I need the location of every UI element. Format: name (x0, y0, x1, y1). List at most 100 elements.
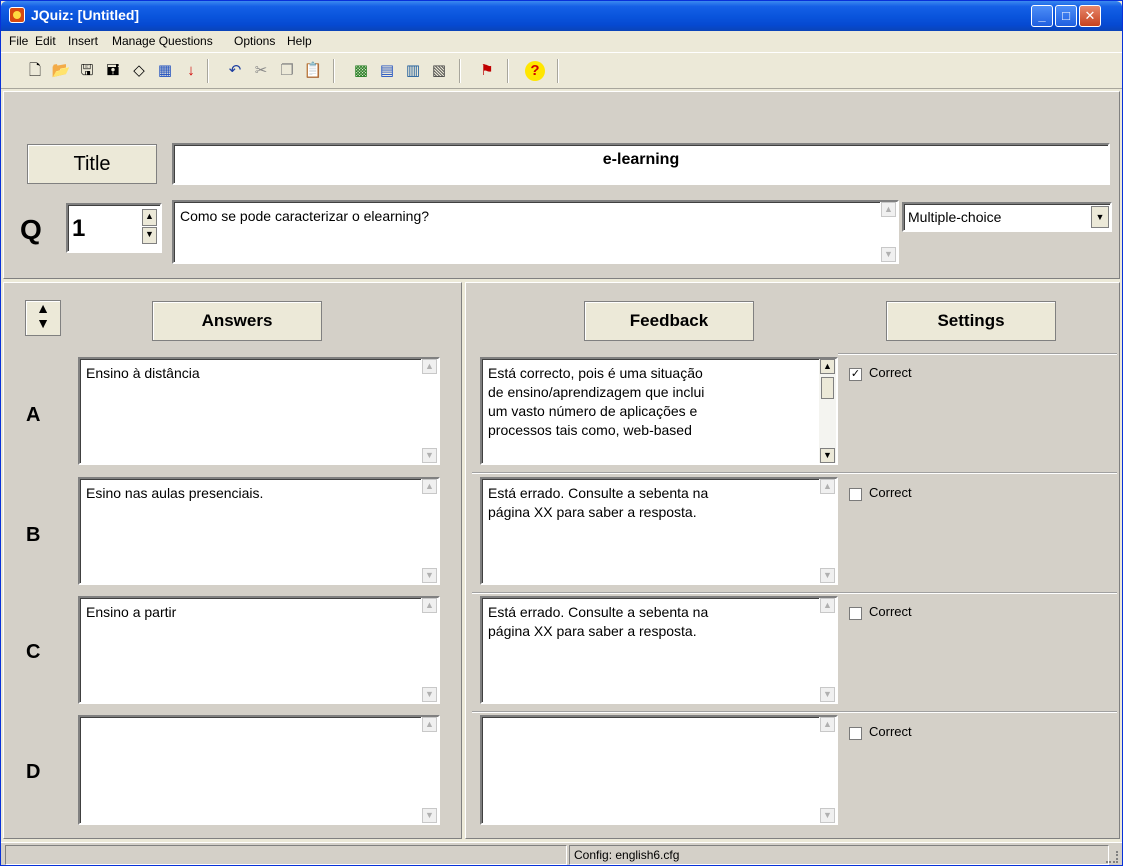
answer-c-field[interactable]: Ensino a partir ▲ ▼ (78, 596, 440, 704)
answer-a-field[interactable]: Ensino à distância ▲ ▼ (78, 357, 440, 465)
status-cell-empty (5, 845, 567, 865)
close-button[interactable]: ✕ (1079, 5, 1101, 27)
status-bar: Config: english6.cfg (1, 842, 1122, 865)
printer-export-icon[interactable]: ▧ (429, 61, 449, 81)
paste-icon[interactable]: 📋 (303, 61, 323, 81)
title-value: e-learning (602, 151, 680, 168)
toolbar-separator (459, 59, 461, 83)
web-page-icon[interactable]: ▦ (155, 61, 175, 81)
down-arrow-icon[interactable]: ↓ (181, 61, 201, 81)
feedback-d-scrollbar[interactable]: ▲ ▼ (819, 717, 836, 823)
scroll-down-button[interactable]: ▼ (820, 687, 835, 702)
feedback-a-field[interactable]: Está correcto, pois é uma situação de en… (480, 357, 838, 465)
scroll-up-button[interactable]: ▲ (820, 598, 835, 613)
question-scrollbar[interactable]: ▲ ▼ (880, 202, 897, 262)
scroll-up-button[interactable]: ▲ (422, 479, 437, 494)
scroll-down-button[interactable]: ▼ (820, 568, 835, 583)
undo-icon[interactable]: ↶ (225, 61, 245, 81)
feedback-a-scrollbar[interactable]: ▲ ▼ (819, 359, 836, 463)
reorder-arrows-button[interactable]: ▲ ▼ (25, 300, 61, 336)
feedback-b-field[interactable]: Está errado. Consulte a sebenta na págin… (480, 477, 838, 585)
scroll-thumb[interactable] (821, 377, 834, 399)
menu-insert[interactable]: Insert (68, 34, 98, 48)
feedback-b-scrollbar[interactable]: ▲ ▼ (819, 479, 836, 583)
row-divider (838, 353, 1117, 355)
correct-checkbox-d[interactable] (849, 727, 862, 740)
scroll-down-button[interactable]: ▼ (881, 247, 896, 262)
save-icon[interactable]: 🖫 (77, 61, 97, 81)
question-type-select[interactable]: Multiple-choice ▼ (902, 202, 1112, 232)
toolbar-separator (557, 59, 559, 83)
feedback-a-text: Está correcto, pois é uma situação de en… (488, 365, 705, 438)
answer-b-field[interactable]: Esino nas aulas presenciais. ▲ ▼ (78, 477, 440, 585)
answer-a-scrollbar[interactable]: ▲ ▼ (421, 359, 438, 463)
correct-checkbox-a[interactable]: ✓ (849, 368, 862, 381)
scroll-up-button[interactable]: ▲ (820, 717, 835, 732)
resize-grip-icon[interactable] (1106, 851, 1118, 863)
feedback-header-button[interactable]: Feedback (584, 301, 754, 341)
scroll-up-button[interactable]: ▲ (422, 359, 437, 374)
answer-c-scrollbar[interactable]: ▲ ▼ (421, 598, 438, 702)
menu-manage-questions[interactable]: Manage Questions (112, 34, 213, 48)
new-file-icon[interactable]: 🗋 (25, 61, 45, 81)
scroll-up-button[interactable]: ▲ (881, 202, 896, 217)
scroll-up-button[interactable]: ▲ (422, 717, 437, 732)
answer-b-scrollbar[interactable]: ▲ ▼ (421, 479, 438, 583)
scroll-down-button[interactable]: ▼ (422, 568, 437, 583)
feedback-c-scrollbar[interactable]: ▲ ▼ (819, 598, 836, 702)
correct-checkbox-c[interactable] (849, 607, 862, 620)
menu-options[interactable]: Options (234, 34, 275, 48)
web-export-icon[interactable]: ▩ (351, 61, 371, 81)
answer-d-field[interactable]: ▲ ▼ (78, 715, 440, 825)
menu-edit[interactable]: Edit (35, 34, 56, 48)
flag-icon[interactable]: ⚑ (477, 61, 497, 81)
eraser-icon[interactable]: ◇ (129, 61, 149, 81)
dropdown-arrow-icon[interactable]: ▼ (1091, 206, 1109, 228)
scroll-down-button[interactable]: ▼ (820, 808, 835, 823)
answer-d-scrollbar[interactable]: ▲ ▼ (421, 717, 438, 823)
spinner-down-button[interactable]: ▼ (142, 227, 157, 244)
scroll-down-button[interactable]: ▼ (422, 808, 437, 823)
minimize-button[interactable]: _ (1031, 5, 1053, 27)
question-type-value: Multiple-choice (908, 209, 1002, 225)
correct-checkbox-b[interactable] (849, 488, 862, 501)
question-number-spinner[interactable]: 1 ▲ ▼ (66, 203, 162, 253)
scroll-up-button[interactable]: ▲ (820, 479, 835, 494)
settings-header-button[interactable]: Settings (886, 301, 1056, 341)
help-icon[interactable]: ? (525, 61, 545, 81)
feedback-d-field[interactable]: ▲ ▼ (480, 715, 838, 825)
title-button[interactable]: Title (27, 144, 157, 184)
scroll-up-button[interactable]: ▲ (422, 598, 437, 613)
answer-c-text: Ensino a partir (86, 604, 177, 620)
correct-label-c: Correct (869, 604, 912, 619)
question-text-field[interactable]: Como se pode caracterizar o elearning? ▲… (172, 200, 899, 264)
row-divider (472, 592, 1117, 594)
title-field[interactable]: e-learning (172, 143, 1110, 185)
answers-panel: ▲ ▼ Answers A Ensino à distância ▲ ▼ B Esi… (3, 282, 462, 839)
feedback-b-text: Está errado. Consulte a sebenta na págin… (488, 485, 709, 520)
cut-icon[interactable]: ✂ (251, 61, 271, 81)
menu-help[interactable]: Help (287, 34, 312, 48)
app-icon (9, 7, 25, 23)
menu-file[interactable]: File (9, 34, 28, 48)
title-bar: JQuiz: [Untitled] _ □ ✕ (1, 1, 1122, 31)
export-icon[interactable]: ▥ (403, 61, 423, 81)
row-divider (472, 472, 1117, 474)
ftp-upload-icon[interactable]: ▤ (377, 61, 397, 81)
feedback-c-field[interactable]: Está errado. Consulte a sebenta na págin… (480, 596, 838, 704)
scroll-up-button[interactable]: ▲ (820, 359, 835, 374)
feedback-panel: Feedback Settings Está correcto, pois é … (465, 282, 1120, 839)
copy-icon[interactable]: ❐ (277, 61, 297, 81)
feedback-c-text: Está errado. Consulte a sebenta na págin… (488, 604, 709, 639)
scroll-down-button[interactable]: ▼ (820, 448, 835, 463)
scroll-down-button[interactable]: ▼ (422, 448, 437, 463)
question-number: 1 (72, 215, 86, 242)
maximize-button[interactable]: □ (1055, 5, 1077, 27)
spinner-up-button[interactable]: ▲ (142, 209, 157, 226)
scroll-down-button[interactable]: ▼ (422, 687, 437, 702)
answers-header-button[interactable]: Answers (152, 301, 322, 341)
save-as-icon[interactable]: 🖬 (103, 61, 123, 81)
jquiz-window: JQuiz: [Untitled] _ □ ✕ File Edit Insert… (0, 0, 1123, 866)
open-folder-icon[interactable]: 📂 (51, 61, 71, 81)
answer-a-text: Ensino à distância (86, 365, 200, 381)
